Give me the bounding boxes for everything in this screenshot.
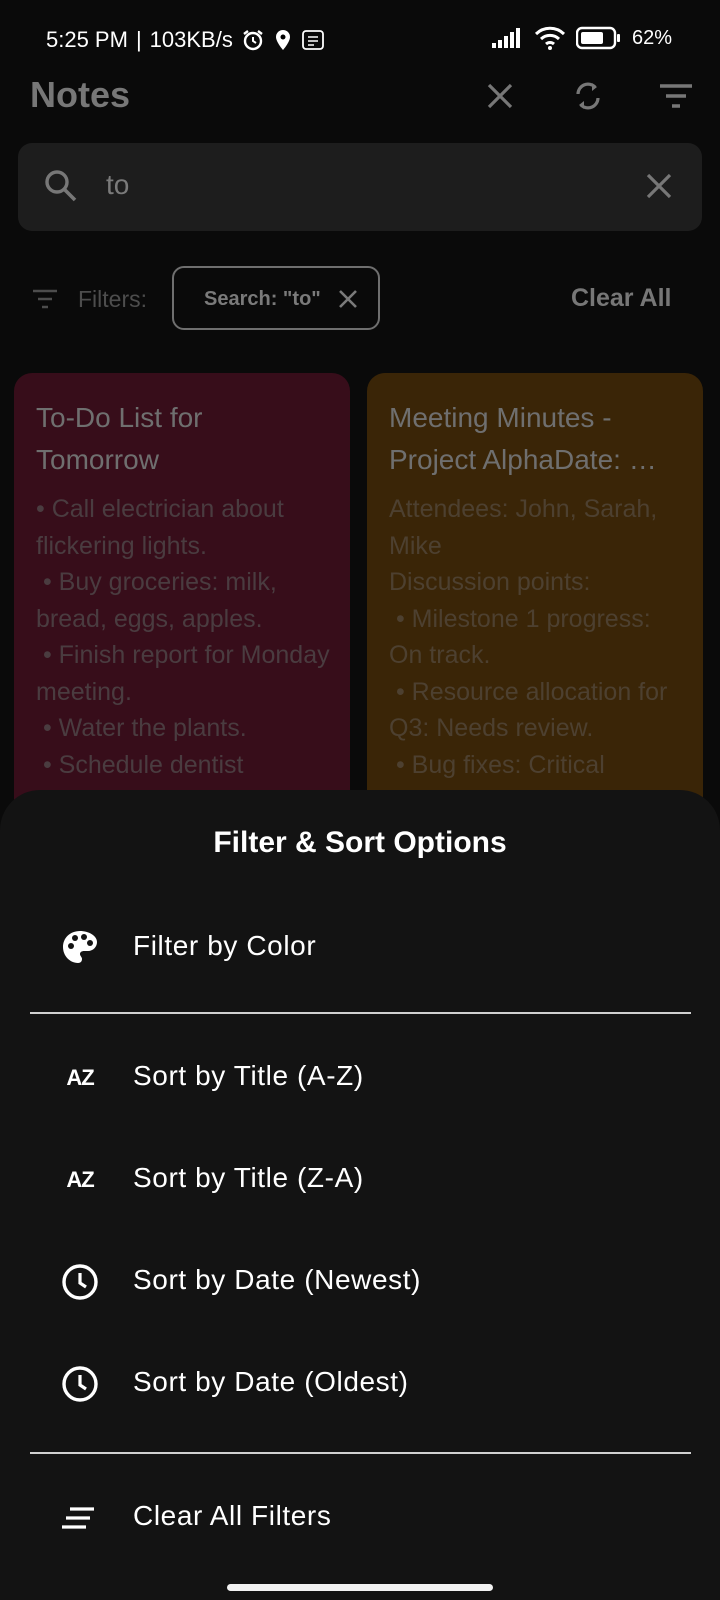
option-label: Sort by Date (Oldest) <box>133 1366 409 1397</box>
signal-icon <box>491 28 524 48</box>
search-input[interactable]: to <box>106 169 129 201</box>
status-bar: 5:25 PM | 103KB/s 62% <box>0 0 720 78</box>
search-icon <box>42 167 80 210</box>
sync-icon[interactable] <box>566 74 610 118</box>
page-title: Notes <box>30 74 131 115</box>
note-card[interactable]: To-Do List for Tomorrow • Call electrici… <box>14 373 350 833</box>
note-title: Meeting Minutes - Project AlphaDate: … <box>389 402 657 475</box>
status-network-speed: 103KB/s <box>149 27 233 52</box>
option-label: Sort by Date (Newest) <box>133 1264 422 1295</box>
divider <box>30 1452 691 1454</box>
status-left: 5:25 PM | 103KB/s <box>46 27 325 53</box>
clear-icon[interactable] <box>640 167 678 210</box>
sort-za-icon: AZ <box>66 1167 94 1192</box>
sort-az-icon: AZ <box>66 1065 94 1090</box>
note-body: Attendees: John, Sarah, Mike Discussion … <box>389 495 668 779</box>
app-bar: Notes <box>0 68 720 130</box>
clear-all-icon <box>60 1498 100 1538</box>
clear-all-button[interactable]: Clear All <box>571 284 672 313</box>
sort-title-za-option[interactable]: AZ Sort by Title (Z-A) <box>0 1140 720 1220</box>
close-icon[interactable] <box>478 74 522 118</box>
divider <box>30 1012 691 1014</box>
wifi-icon <box>534 26 566 50</box>
filter-by-color-option[interactable]: Filter by Color <box>0 908 720 988</box>
note-card[interactable]: Meeting Minutes - Project AlphaDate: … A… <box>367 373 703 833</box>
location-icon <box>273 28 293 52</box>
status-time: 5:25 PM <box>46 27 128 52</box>
filter-list-icon[interactable] <box>654 74 698 118</box>
option-label: Clear All Filters <box>133 1500 332 1531</box>
clock-icon <box>60 1262 100 1302</box>
clear-all-filters-option[interactable]: Clear All Filters <box>0 1478 720 1558</box>
battery-percent: 62% <box>631 26 672 49</box>
note-body: • Call electrician about flickering ligh… <box>36 495 330 779</box>
option-label: Filter by Color <box>133 930 317 961</box>
battery-icon <box>575 26 622 50</box>
app-icon <box>301 28 325 52</box>
home-indicator[interactable] <box>227 1584 493 1591</box>
status-separator: | <box>135 27 142 52</box>
option-label: Sort by Title (Z-A) <box>133 1162 364 1193</box>
status-right: 62% <box>491 26 672 50</box>
chip-label: Search: "to" <box>204 288 321 310</box>
sort-title-az-option[interactable]: AZ Sort by Title (A-Z) <box>0 1038 720 1118</box>
chip-remove-icon[interactable] <box>336 287 360 316</box>
sort-date-newest-option[interactable]: Sort by Date (Newest) <box>0 1242 720 1322</box>
sort-date-oldest-option[interactable]: Sort by Date (Oldest) <box>0 1344 720 1424</box>
filter-icon <box>32 288 58 315</box>
clock-icon <box>60 1364 100 1404</box>
filter-sort-sheet: Filter & Sort Options Filter by Color AZ… <box>0 790 720 1600</box>
palette-icon <box>60 928 100 968</box>
alarm-icon <box>241 28 265 52</box>
option-label: Sort by Title (A-Z) <box>133 1060 364 1091</box>
sheet-title: Filter & Sort Options <box>213 826 507 859</box>
note-title: To-Do List for Tomorrow <box>36 402 203 475</box>
search-bar: to <box>18 143 702 231</box>
filters-label: Filters: <box>78 286 147 312</box>
filters-row: Filters: Search: "to" Clear All <box>0 266 720 332</box>
search-filter-chip[interactable]: Search: "to" <box>172 266 380 330</box>
